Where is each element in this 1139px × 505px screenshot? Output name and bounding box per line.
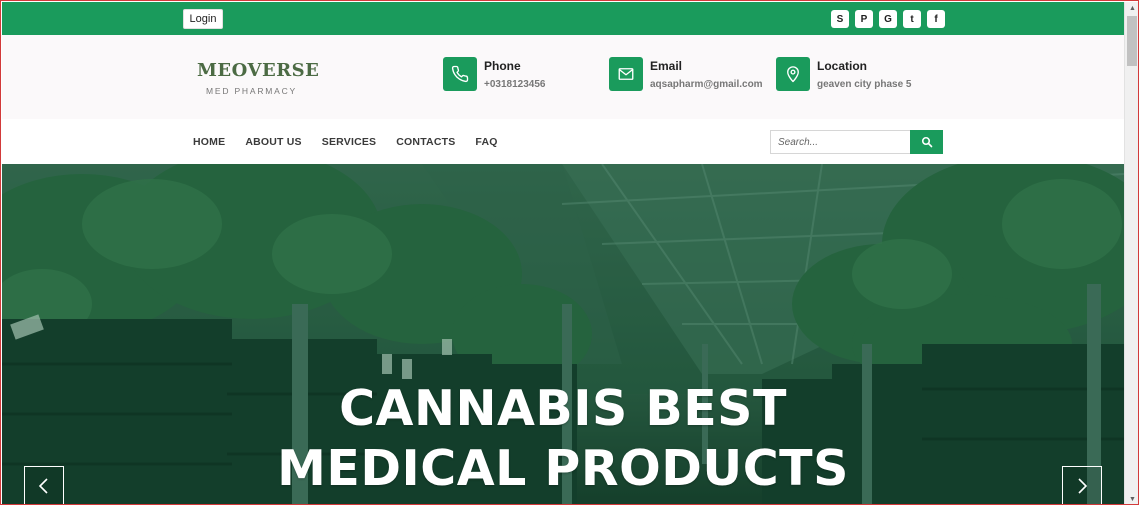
brand-logo[interactable]: MEOVERSE <box>197 60 319 81</box>
nav-item-faq[interactable]: FAQ <box>475 136 497 148</box>
contact-email-title: Email <box>650 59 683 73</box>
main-nav: HOME ABOUT US SERVICES CONTACTS FAQ <box>2 119 1124 164</box>
site-header: MEOVERSE MED PHARMACY Phone +0318123456 … <box>2 35 1124 119</box>
hero-title-line1: CANNABIS BEST <box>339 380 787 437</box>
contact-phone: Phone +0318123456 <box>443 57 545 91</box>
skype-icon[interactable]: S <box>831 10 849 28</box>
nav-item-about-us[interactable]: ABOUT US <box>245 136 301 148</box>
login-button[interactable]: Login <box>183 9 223 29</box>
nav-item-services[interactable]: SERVICES <box>322 136 377 148</box>
contact-location-value: geaven city phase 5 <box>817 79 912 90</box>
page-viewport: Login S P G t f MEOVERSE MED PHARMACY Ph… <box>2 2 1124 504</box>
email-icon <box>609 57 643 91</box>
page-scrollbar[interactable]: ▲ ▼ <box>1124 2 1138 504</box>
nav-item-home[interactable]: HOME <box>193 136 225 148</box>
phone-icon <box>443 57 477 91</box>
contact-phone-value: +0318123456 <box>484 79 546 90</box>
slider-prev-button[interactable] <box>24 466 64 504</box>
facebook-icon[interactable]: f <box>927 10 945 28</box>
slider-next-button[interactable] <box>1062 466 1102 504</box>
hero-title: CANNABIS BEST MEDICAL PRODUCTS <box>2 379 1124 499</box>
location-icon <box>776 57 810 91</box>
search-icon <box>921 136 932 148</box>
google-icon[interactable]: G <box>879 10 897 28</box>
scroll-up-arrow-icon[interactable]: ▲ <box>1125 2 1138 14</box>
hero-title-line2: MEDICAL PRODUCTS <box>277 440 849 497</box>
top-bar: Login S P G t f <box>2 2 1124 35</box>
twitter-icon[interactable]: t <box>903 10 921 28</box>
contact-phone-title: Phone <box>484 59 521 73</box>
contact-email-value: aqsapharm@gmail.com <box>650 79 763 90</box>
search-input[interactable] <box>770 130 911 154</box>
hero-slider: CANNABIS BEST MEDICAL PRODUCTS <box>2 164 1124 504</box>
contact-email: Email aqsapharm@gmail.com <box>609 57 763 91</box>
pinterest-icon[interactable]: P <box>855 10 873 28</box>
search-button[interactable] <box>910 130 943 154</box>
scroll-down-arrow-icon[interactable]: ▼ <box>1125 493 1138 504</box>
contact-location-title: Location <box>817 59 867 73</box>
scrollbar-thumb[interactable] <box>1127 16 1137 66</box>
chevron-right-icon <box>1078 478 1088 494</box>
contact-location: Location geaven city phase 5 <box>776 57 912 91</box>
browser-frame: Login S P G t f MEOVERSE MED PHARMACY Ph… <box>0 0 1139 505</box>
brand-tagline: MED PHARMACY <box>206 86 298 96</box>
chevron-left-icon <box>38 478 48 494</box>
social-links: S P G t f <box>831 10 945 28</box>
nav-item-contacts[interactable]: CONTACTS <box>396 136 455 148</box>
